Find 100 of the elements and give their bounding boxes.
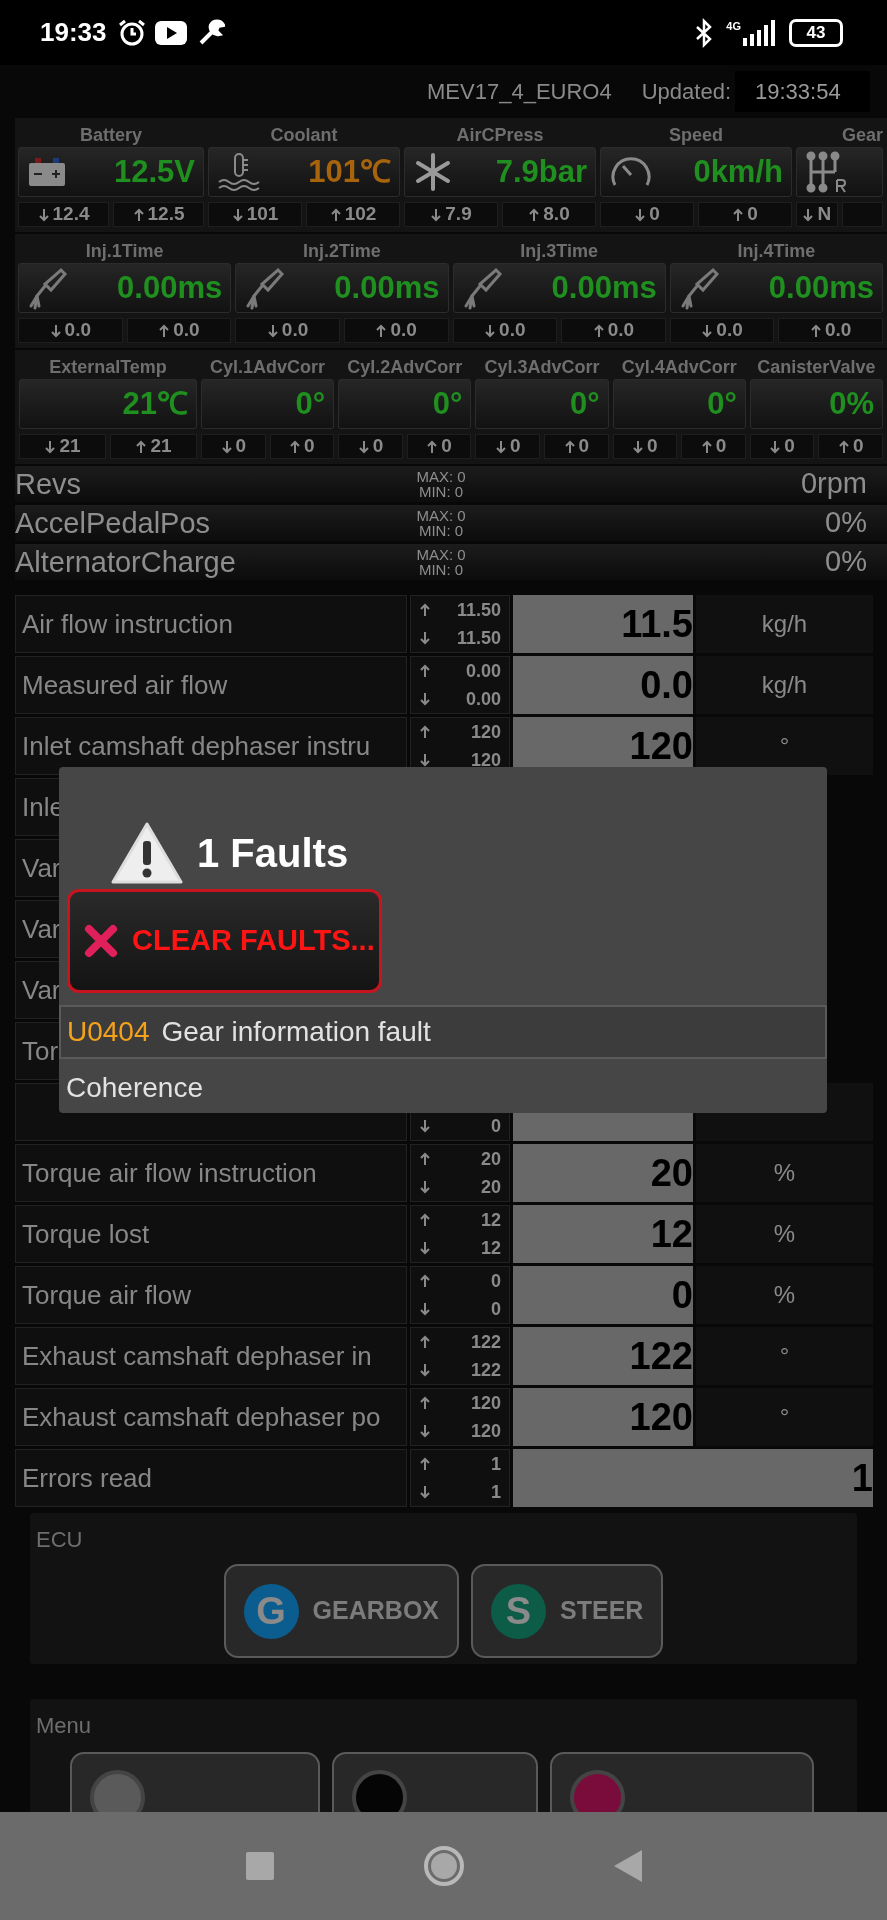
down-arrow-icon — [419, 1241, 431, 1255]
down-arrow-icon — [419, 753, 431, 767]
min-max-value: 0 — [491, 1269, 501, 1293]
up-arrow-icon — [700, 439, 713, 454]
fault-row[interactable]: U0404 Gear information fault — [59, 1005, 827, 1059]
up-arrow-icon — [135, 439, 148, 454]
down-arrow-icon — [357, 439, 370, 454]
min-max-value: 0.0 — [716, 318, 743, 343]
min-label: MIN: 0 — [418, 523, 464, 538]
unit-label: kg/h — [761, 609, 808, 639]
parameter-name: Var — [22, 973, 61, 1007]
bar-value: 0rpm — [799, 466, 867, 502]
parameter-value: 122 — [629, 1333, 693, 1379]
down-arrow-icon — [484, 323, 497, 338]
parameter-value: 120 — [629, 723, 693, 769]
min-max-value: 0.00 — [465, 659, 501, 683]
min-max-value: 0 — [578, 434, 590, 459]
min-max-value: 0 — [509, 434, 521, 459]
gauge-label: Coolant — [269, 123, 339, 147]
up-arrow-icon — [419, 1396, 431, 1410]
battery-indicator: 43 — [789, 18, 843, 47]
up-arrow-icon — [809, 323, 822, 338]
up-arrow-icon — [289, 439, 302, 454]
gauge-value: 0° — [294, 384, 326, 423]
unit-label: ° — [779, 1341, 790, 1371]
up-arrow-icon — [329, 207, 342, 222]
down-arrow-icon — [419, 1485, 431, 1499]
clear-faults-button[interactable]: CLEAR FAULTS... — [67, 889, 382, 993]
up-arrow-icon — [426, 439, 439, 454]
up-arrow-icon — [419, 603, 431, 617]
fault-detail: Coherence — [66, 1072, 203, 1103]
min-max-value: 122 — [470, 1330, 501, 1354]
clock-time: 19:33 — [40, 16, 107, 49]
min-max-value: 1 — [491, 1480, 501, 1504]
ecu-button[interactable]: G GEARBOX — [223, 1564, 459, 1658]
down-arrow-icon — [769, 439, 782, 454]
parameter-value: 11.5 — [621, 601, 693, 647]
max-label: MAX: 0 — [416, 469, 466, 484]
parameter-name: Air flow instruction — [22, 607, 233, 641]
up-arrow-icon — [375, 323, 388, 338]
min-max-value: 20 — [480, 1175, 501, 1199]
home-button[interactable] — [423, 1846, 464, 1886]
min-label: MIN: 0 — [418, 562, 464, 577]
gauge-value: 0° — [706, 384, 737, 423]
parameter-value: 12 — [650, 1211, 693, 1257]
ecu-button[interactable]: S STEER — [471, 1564, 664, 1658]
down-arrow-icon — [802, 207, 815, 222]
up-arrow-icon — [419, 1457, 431, 1471]
gauge-label: Cyl.4AdvCorr — [620, 355, 738, 379]
gauge-label: CanisterValve — [756, 355, 877, 379]
min-max-value: 101 — [246, 202, 279, 227]
unit-label: % — [773, 1280, 796, 1310]
up-arrow-icon — [732, 207, 745, 222]
parameter-name: Torque lost — [22, 1217, 150, 1251]
min-max-value: 0.0 — [64, 318, 91, 343]
min-max-value: 0 — [747, 202, 758, 227]
parameter-name: Exhaust camshaft dephaser po — [22, 1400, 381, 1434]
min-max-value: 102 — [344, 202, 377, 227]
parameter-name: Tor — [22, 1034, 59, 1068]
parameter-value: 0 — [671, 1272, 693, 1318]
down-arrow-icon — [632, 439, 645, 454]
min-max-value: 122 — [470, 1358, 501, 1382]
bar-value: 0% — [824, 505, 867, 541]
min-max-value: 0 — [491, 1297, 501, 1321]
back-button[interactable] — [613, 1850, 642, 1882]
gauge-label: Gear — [840, 123, 883, 147]
min-max-value: 20 — [480, 1147, 501, 1171]
parameter-value: 1 — [851, 1455, 873, 1501]
down-arrow-icon — [494, 439, 507, 454]
signal-icon — [743, 19, 777, 46]
parameter-name: Var — [22, 912, 61, 946]
min-max-value: 0.0 — [499, 318, 526, 343]
gauge-label: AirCPress — [455, 123, 545, 147]
min-max-value: 0 — [304, 434, 315, 459]
gauge-label: Cyl.1AdvCorr — [209, 355, 327, 379]
gauge-label: Inj.4Time — [736, 239, 817, 263]
min-max-value: 12.4 — [52, 202, 90, 227]
battery-icon — [27, 156, 67, 188]
min-max-value: 120 — [470, 1391, 501, 1415]
min-max-value: 0 — [649, 202, 660, 227]
min-max-value: 0 — [852, 434, 864, 459]
min-max-value: 0.0 — [281, 318, 309, 343]
down-arrow-icon — [266, 323, 279, 338]
parameter-name: Measured air flow — [22, 668, 228, 702]
min-max-value: 0 — [491, 1114, 501, 1138]
up-arrow-icon — [419, 725, 431, 739]
min-max-value: 0 — [441, 434, 452, 459]
warning-icon — [111, 821, 183, 885]
down-arrow-icon — [430, 207, 443, 222]
down-arrow-icon — [419, 1424, 431, 1438]
gearshift-icon — [805, 150, 849, 194]
parameter-name: Inlet camshaft dephaser instru — [22, 729, 371, 763]
parameter-name: Exhaust camshaft dephaser in — [22, 1339, 372, 1373]
min-label: MIN: 0 — [418, 484, 464, 499]
parameter-name: Var — [22, 851, 61, 885]
gauge-value: 12.5V — [113, 152, 195, 191]
recent-apps-button[interactable] — [245, 1852, 274, 1880]
max-label: MAX: 0 — [416, 508, 466, 523]
min-max-value: 12 — [480, 1236, 501, 1260]
gauge-value: 0% — [828, 384, 874, 423]
